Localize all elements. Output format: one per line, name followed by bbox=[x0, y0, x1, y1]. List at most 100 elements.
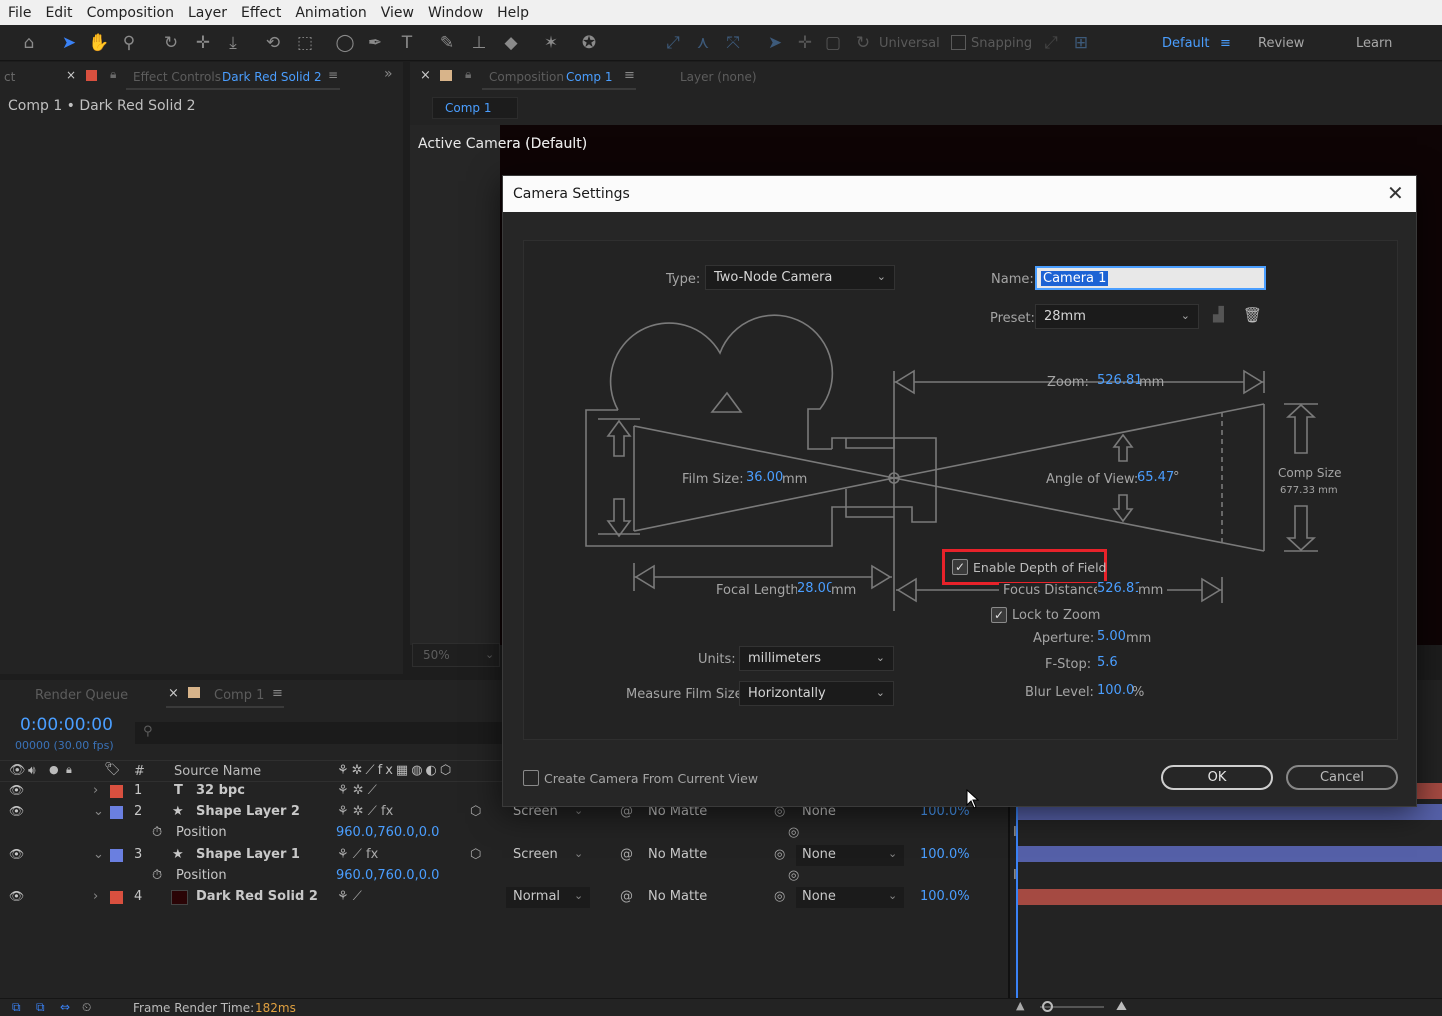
pen-tool-icon[interactable]: ✒ bbox=[364, 32, 386, 54]
menu-window[interactable]: Window bbox=[420, 5, 489, 21]
lock-to-zoom-checkbox[interactable]: ✓ bbox=[991, 607, 1007, 623]
type-dropdown[interactable]: Two-Node Camera ⌄ bbox=[705, 265, 895, 290]
puppet-pin-icon[interactable]: ✪ bbox=[578, 32, 600, 54]
home-icon[interactable]: ⌂ bbox=[18, 32, 40, 54]
zoom-in-icon[interactable]: ⛰︎ bbox=[1116, 999, 1127, 1014]
pickwhip-icon[interactable]: ◎ bbox=[774, 889, 785, 904]
collapse-chevron-icon[interactable]: ⌄ bbox=[93, 847, 104, 862]
menu-view[interactable]: View bbox=[373, 5, 420, 21]
layer-name[interactable]: Shape Layer 2 bbox=[196, 804, 300, 819]
snap-grid-icon[interactable]: ⊞ bbox=[1070, 32, 1092, 54]
layer-search-input[interactable]: ⚲ bbox=[135, 722, 505, 744]
composition-tab-target[interactable]: Comp 1 bbox=[566, 70, 612, 84]
position-value[interactable]: 960.0,760.0,0.0 bbox=[336, 825, 439, 840]
preserve-transparency-icon[interactable]: @ bbox=[620, 847, 633, 862]
workspace-learn[interactable]: Learn bbox=[1356, 36, 1392, 51]
dolly-tool-icon[interactable]: ⤓ bbox=[222, 32, 244, 54]
layer-label-color[interactable] bbox=[110, 891, 123, 904]
render-time-icon[interactable]: ⏲︎ bbox=[82, 1000, 91, 1015]
3d-layer-icon[interactable]: ⬡ bbox=[470, 847, 481, 862]
enable-depth-of-field-checkbox[interactable]: ✓ bbox=[952, 559, 968, 575]
lock-to-zoom-label[interactable]: Lock to Zoom bbox=[1012, 608, 1100, 623]
aperture-value[interactable]: 5.00 bbox=[1097, 629, 1126, 644]
close-icon[interactable]: ✕ bbox=[1387, 181, 1404, 205]
blend-mode[interactable]: Screen bbox=[513, 847, 558, 862]
menu-effect[interactable]: Effect bbox=[233, 5, 287, 21]
timeline-divider[interactable] bbox=[1008, 800, 1010, 998]
world-axis-icon[interactable]: ⋏ bbox=[692, 32, 714, 54]
expand-panels-icon[interactable]: » bbox=[384, 66, 393, 82]
layer-switches[interactable]: ⚘ ⟋ bbox=[337, 889, 362, 904]
workspace-review[interactable]: Review bbox=[1258, 36, 1304, 51]
measure-film-size-dropdown[interactable]: Horizontally ⌄ bbox=[739, 681, 894, 706]
expression-pickwhip-icon[interactable]: ◎ bbox=[788, 825, 799, 840]
brush-tool-icon[interactable]: ✎ bbox=[436, 32, 458, 54]
save-preset-icon[interactable]: ▟ bbox=[1213, 307, 1224, 323]
menu-edit[interactable]: Edit bbox=[37, 5, 78, 21]
layer-name[interactable]: Dark Red Solid 2 bbox=[196, 889, 318, 904]
track-matte[interactable]: No Matte bbox=[648, 847, 707, 862]
focal-length-value[interactable]: 28.00 bbox=[797, 581, 835, 596]
layer-label-color[interactable] bbox=[110, 785, 123, 798]
ellipse-tool-icon[interactable]: ◯ bbox=[334, 32, 356, 54]
visibility-eye-icon[interactable]: 👁︎ bbox=[9, 847, 24, 861]
menu-help[interactable]: Help bbox=[489, 5, 535, 21]
visibility-eye-icon[interactable]: 👁︎ bbox=[9, 804, 24, 818]
layer-label-color[interactable] bbox=[110, 806, 123, 819]
opacity-value[interactable]: 100.0% bbox=[920, 889, 970, 904]
film-size-value[interactable]: 36.00 bbox=[746, 470, 783, 485]
comp-subtab[interactable]: Comp 1 bbox=[432, 97, 518, 119]
orbit-tool-icon[interactable]: ↻ bbox=[160, 32, 182, 54]
layer-name[interactable]: Shape Layer 1 bbox=[196, 847, 300, 862]
layer-bar-3[interactable] bbox=[1018, 846, 1442, 862]
view-axis-icon[interactable]: ⤧ bbox=[722, 32, 744, 54]
rotate-tool-icon[interactable]: ⟲ bbox=[262, 32, 284, 54]
universal-select-icon[interactable]: ➤ bbox=[764, 32, 786, 54]
menu-animation[interactable]: Animation bbox=[287, 5, 372, 21]
parent-dropdown[interactable]: None ⌄ bbox=[796, 887, 904, 908]
universal-move-icon[interactable]: ✛ bbox=[794, 32, 816, 54]
timeline-menu-icon[interactable]: ≡ bbox=[272, 686, 283, 701]
type-tool-icon[interactable]: T bbox=[396, 32, 418, 54]
layer-switches-toggle-icon[interactable]: ⧉ bbox=[12, 1000, 21, 1015]
keyframe-marker-icon[interactable]: I bbox=[1013, 868, 1017, 883]
blend-mode-dropdown[interactable]: Normal ⌄ bbox=[506, 887, 590, 908]
snap-options-icon[interactable]: ⤢ bbox=[1040, 32, 1062, 54]
property-row-position[interactable]: ⏱︎ Position 960.0,760.0,0.0 ◎ bbox=[0, 866, 1010, 887]
lock-icon[interactable]: 🔒︎ bbox=[110, 67, 116, 82]
effect-controls-tab-target[interactable]: Dark Red Solid 2 bbox=[222, 70, 322, 84]
collapse-chevron-icon[interactable]: ⌄ bbox=[93, 804, 104, 819]
opacity-value[interactable]: 100.0% bbox=[920, 847, 970, 862]
timeline-comp-tab[interactable]: Comp 1 bbox=[214, 688, 264, 703]
source-name-header[interactable]: Source Name bbox=[174, 764, 261, 779]
layer-name[interactable]: 32 bpc bbox=[196, 783, 245, 798]
preset-dropdown[interactable]: 28mm ⌄ bbox=[1035, 304, 1199, 329]
menu-composition[interactable]: Composition bbox=[79, 5, 180, 21]
eraser-tool-icon[interactable]: ◆ bbox=[500, 32, 522, 54]
enable-depth-of-field-label[interactable]: Enable Depth of Field bbox=[973, 560, 1106, 575]
stopwatch-icon[interactable]: ⏱︎ bbox=[152, 868, 162, 883]
solo-icon[interactable]: ● bbox=[49, 763, 59, 776]
units-dropdown[interactable]: millimeters ⌄ bbox=[739, 646, 894, 671]
layer-row-3[interactable]: 👁︎ ⌄ 3 ★ Shape Layer 1 ⚘ ⟋ fx ⬡ Screen ⌄… bbox=[0, 845, 1010, 866]
zoom-dropdown[interactable]: 50% ⌄ bbox=[412, 643, 500, 667]
close-tab-icon[interactable]: × bbox=[66, 68, 76, 82]
layer-label-color[interactable] bbox=[110, 849, 123, 862]
pan-tool-icon[interactable]: ✛ bbox=[192, 32, 214, 54]
property-row-position[interactable]: ⏱︎ Position 960.0,760.0,0.0 ◎ bbox=[0, 823, 1010, 844]
local-axis-icon[interactable]: ⤢ bbox=[662, 32, 684, 54]
stopwatch-icon[interactable]: ⏱︎ bbox=[152, 825, 162, 840]
create-camera-from-view-label[interactable]: Create Camera From Current View bbox=[544, 771, 758, 786]
zoom-tool-icon[interactable]: ⚲ bbox=[118, 32, 140, 54]
hand-tool-icon[interactable]: ✋ bbox=[88, 32, 110, 54]
workspace-menu-icon[interactable]: ≡ bbox=[1220, 36, 1231, 51]
render-queue-tab[interactable]: Render Queue bbox=[35, 688, 128, 703]
effect-controls-tab-label[interactable]: Effect Controls bbox=[133, 70, 221, 84]
ok-button[interactable]: OK bbox=[1161, 765, 1273, 790]
create-camera-from-view-checkbox[interactable] bbox=[523, 770, 539, 786]
menu-layer[interactable]: Layer bbox=[180, 5, 233, 21]
roto-brush-icon[interactable]: ✶ bbox=[540, 32, 562, 54]
universal-rotate-icon[interactable]: ↻ bbox=[852, 32, 874, 54]
preserve-transparency-icon[interactable]: @ bbox=[620, 889, 633, 904]
lock-col-icon[interactable]: 🔒︎ bbox=[66, 763, 72, 777]
